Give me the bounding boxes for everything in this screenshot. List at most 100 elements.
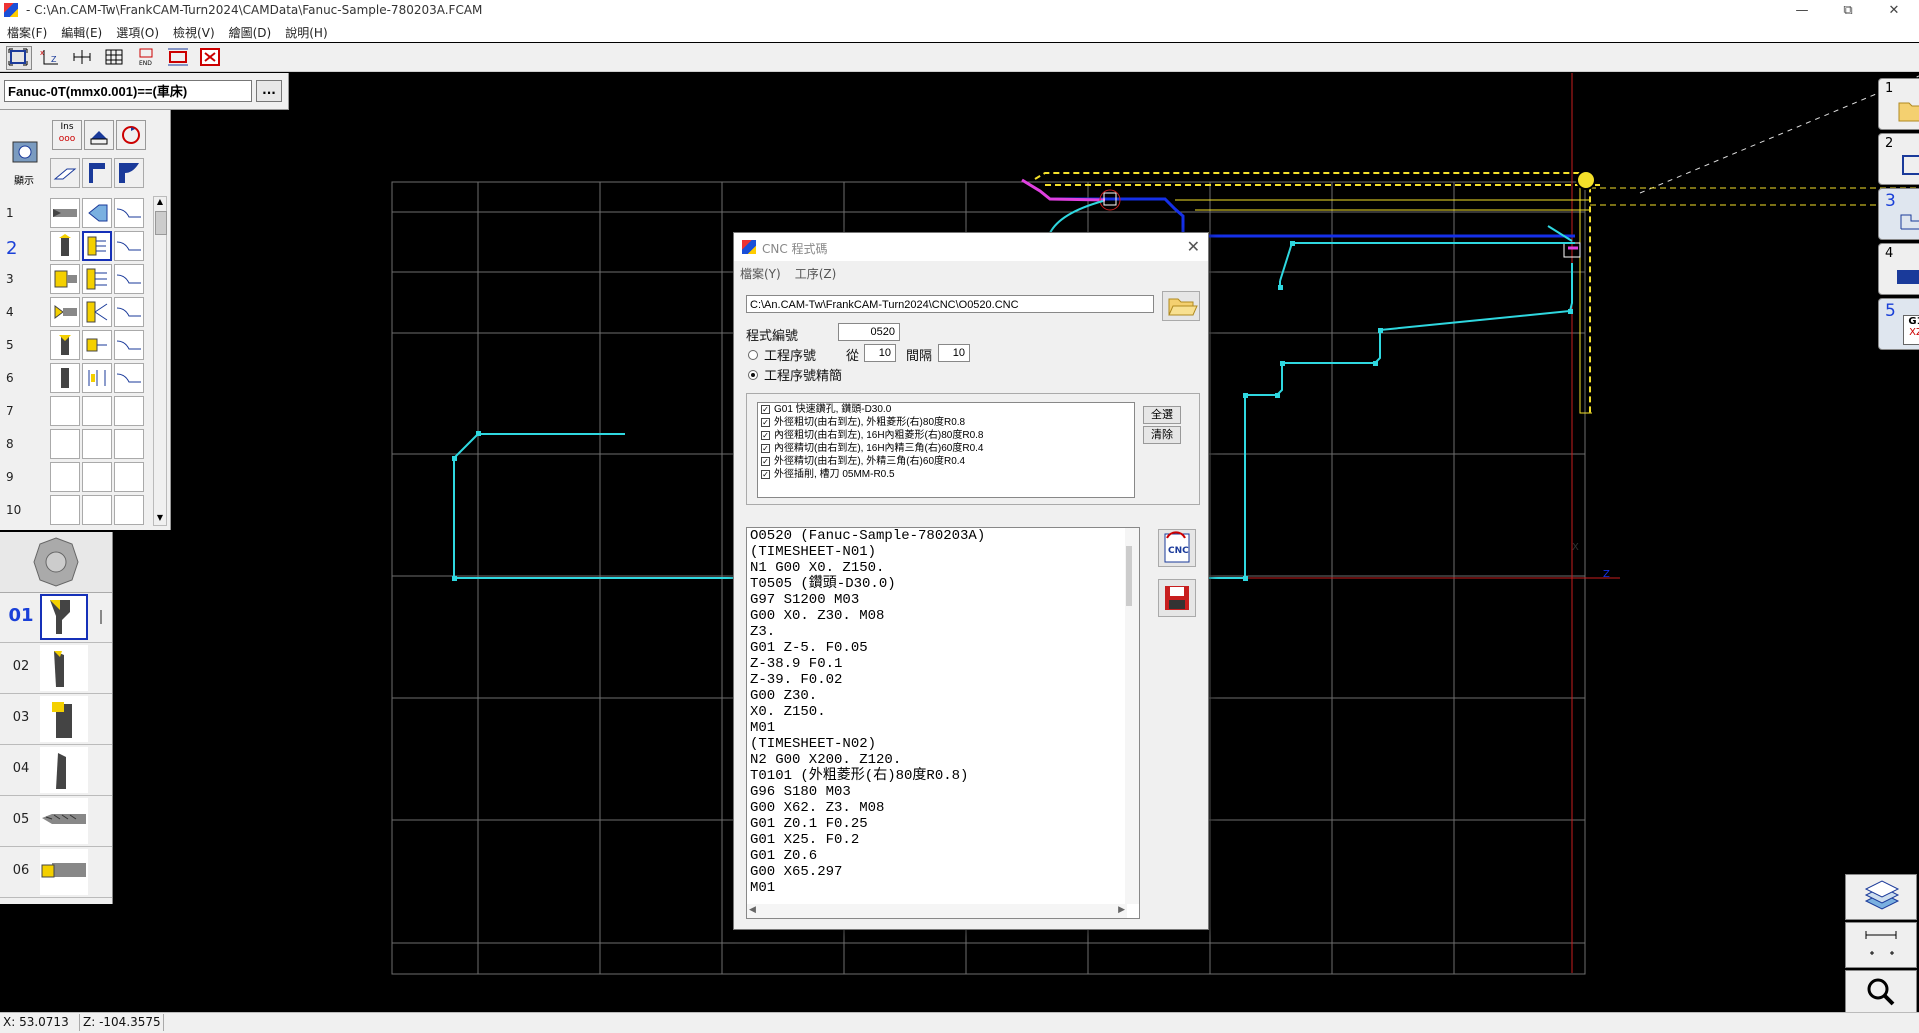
profile-button[interactable]: 3 bbox=[1878, 188, 1919, 240]
dialog-menu-file[interactable]: 檔案(Y) bbox=[740, 267, 781, 281]
end-icon[interactable]: END bbox=[134, 46, 160, 70]
interval-field[interactable]: 10 bbox=[938, 344, 970, 362]
operation-item[interactable]: ✓ G01 快速鑽孔, 鑽頭-D30.0 bbox=[758, 403, 1134, 416]
scroll-thumb[interactable] bbox=[155, 211, 167, 235]
op-cell-9-3[interactable] bbox=[114, 462, 144, 492]
op-cell-3-2[interactable] bbox=[82, 264, 112, 294]
operation-item[interactable]: ✓ 內徑精切(由右到左), 16H內精三角(右)60度R0.4 bbox=[758, 442, 1134, 455]
op-cell-3-3[interactable] bbox=[114, 264, 144, 294]
op-cell-6-1[interactable] bbox=[50, 363, 80, 393]
op-cell-4-1[interactable] bbox=[50, 297, 80, 327]
op-cell-5-3[interactable] bbox=[114, 330, 144, 360]
zoom-icon[interactable] bbox=[1845, 970, 1917, 1016]
maximize-button[interactable]: ⧉ bbox=[1825, 0, 1871, 22]
axis-icon[interactable]: Zx bbox=[38, 46, 64, 70]
cnc-code-editor[interactable]: O0520 (Fanuc-Sample-780203A) (TIMESHEET-N… bbox=[746, 527, 1140, 919]
tool-item-03[interactable]: 03 bbox=[0, 694, 112, 745]
op-cell-9-1[interactable] bbox=[50, 462, 80, 492]
scroll-right-icon[interactable]: ▶ bbox=[1118, 905, 1125, 915]
dialog-close-button[interactable]: ✕ bbox=[1187, 237, 1200, 256]
checkbox-checked-icon[interactable]: ✓ bbox=[761, 457, 770, 466]
insert-button[interactable]: Ins ooo bbox=[52, 120, 82, 150]
operation-item[interactable]: ✓ 外徑插削, 槽刀 05MM-R0.5 bbox=[758, 468, 1134, 481]
op-cell-6-2[interactable] bbox=[82, 363, 112, 393]
tool-item-02[interactable]: 02 bbox=[0, 643, 112, 694]
op-cell-7-3[interactable] bbox=[114, 396, 144, 426]
select-icon[interactable] bbox=[6, 46, 32, 70]
close-button[interactable]: ✕ bbox=[1871, 0, 1917, 22]
save-icon[interactable] bbox=[1158, 579, 1196, 617]
grid-icon[interactable] bbox=[102, 46, 128, 70]
gcode-button[interactable]: 5 G1XZ bbox=[1878, 298, 1919, 350]
menu-file[interactable]: 檔案(F) bbox=[0, 22, 54, 41]
op-cell-2-3[interactable] bbox=[114, 231, 144, 261]
profile-mode-icon[interactable] bbox=[114, 158, 144, 188]
facing-mode-icon[interactable] bbox=[50, 158, 80, 188]
code-vscrollbar[interactable] bbox=[1125, 528, 1139, 904]
stock-button[interactable]: 2 bbox=[1878, 133, 1919, 185]
cnc-path-field[interactable]: C:\An.CAM-Tw\FrankCAM-Turn2024\CNC\O0520… bbox=[746, 295, 1154, 313]
display-icon[interactable] bbox=[10, 138, 40, 168]
turning-mode-icon[interactable] bbox=[82, 158, 112, 188]
code-scroll-thumb[interactable] bbox=[1126, 546, 1132, 606]
tool-item-06[interactable]: 06 bbox=[0, 847, 112, 898]
turret-icon[interactable] bbox=[0, 532, 112, 593]
op-cell-6-3[interactable] bbox=[114, 363, 144, 393]
op-cell-5-1[interactable] bbox=[50, 330, 80, 360]
zoom-all-icon[interactable] bbox=[198, 46, 224, 70]
open-file-button[interactable]: 1 bbox=[1878, 78, 1919, 130]
menu-view[interactable]: 檢視(V) bbox=[166, 22, 222, 41]
op-cell-5-2[interactable] bbox=[82, 330, 112, 360]
tool-item-05[interactable]: 05 bbox=[0, 796, 112, 847]
op-cell-8-3[interactable] bbox=[114, 429, 144, 459]
menu-help[interactable]: 說明(H) bbox=[278, 22, 334, 41]
operation-scrollbar[interactable]: ▲ ▼ bbox=[153, 196, 167, 526]
fit-icon[interactable] bbox=[166, 46, 192, 70]
operation-item[interactable]: ✓ 內徑粗切(由右到左), 16H內粗菱形(右)80度R0.8 bbox=[758, 429, 1134, 442]
op-cell-10-1[interactable] bbox=[50, 495, 80, 525]
op-cell-2-1[interactable] bbox=[50, 231, 80, 261]
code-hscrollbar[interactable]: ◀ ▶ bbox=[747, 904, 1127, 918]
operation-item[interactable]: ✓ 外徑精切(由右到左), 外精三角(右)60度R0.4 bbox=[758, 455, 1134, 468]
op-cell-7-2[interactable] bbox=[82, 396, 112, 426]
checkbox-checked-icon[interactable]: ✓ bbox=[761, 470, 770, 479]
select-all-button[interactable]: 全選 bbox=[1143, 406, 1181, 424]
tool-item-01[interactable]: 01 bbox=[0, 592, 112, 643]
menu-edit[interactable]: 編輯(E) bbox=[54, 22, 109, 41]
checkbox-checked-icon[interactable]: ✓ bbox=[761, 431, 770, 440]
op-cell-3-1[interactable] bbox=[50, 264, 80, 294]
program-no-field[interactable]: 0520 bbox=[838, 323, 900, 341]
op-cell-4-2[interactable] bbox=[82, 297, 112, 327]
copy-operation-icon[interactable] bbox=[84, 120, 114, 150]
regenerate-cnc-icon[interactable]: CNC bbox=[1158, 529, 1196, 567]
op-cell-2-2[interactable] bbox=[82, 231, 112, 261]
op-cell-1-1[interactable] bbox=[50, 198, 80, 228]
scroll-left-icon[interactable]: ◀ bbox=[749, 905, 756, 915]
checkbox-checked-icon[interactable]: ✓ bbox=[761, 405, 770, 414]
tool-item-04[interactable]: 04 bbox=[0, 745, 112, 796]
menu-draw[interactable]: 繪圖(D) bbox=[222, 22, 279, 41]
seq-simplified-radio[interactable] bbox=[748, 370, 758, 380]
clear-button[interactable]: 清除 bbox=[1143, 426, 1181, 444]
seq-radio[interactable] bbox=[748, 350, 758, 360]
menu-options[interactable]: 選項(O) bbox=[109, 22, 166, 41]
from-field[interactable]: 10 bbox=[864, 344, 896, 362]
checkbox-checked-icon[interactable]: ✓ bbox=[761, 418, 770, 427]
op-cell-10-3[interactable] bbox=[114, 495, 144, 525]
dialog-menu-operation[interactable]: 工序(Z) bbox=[795, 267, 837, 281]
op-cell-8-2[interactable] bbox=[82, 429, 112, 459]
scroll-down-icon[interactable]: ▼ bbox=[154, 513, 166, 525]
op-cell-1-2[interactable] bbox=[82, 198, 112, 228]
op-cell-9-2[interactable] bbox=[82, 462, 112, 492]
op-cell-1-3[interactable] bbox=[114, 198, 144, 228]
op-cell-10-2[interactable] bbox=[82, 495, 112, 525]
toolpath-button[interactable]: 4 bbox=[1878, 243, 1919, 295]
op-cell-4-3[interactable] bbox=[114, 297, 144, 327]
folder-open-icon[interactable] bbox=[1162, 291, 1200, 321]
layers-icon[interactable] bbox=[1845, 874, 1917, 920]
operation-item[interactable]: ✓ 外徑粗切(由右到左), 外粗菱形(右)80度R0.8 bbox=[758, 416, 1134, 429]
refresh-operation-icon[interactable] bbox=[116, 120, 146, 150]
measure-icon[interactable] bbox=[1845, 922, 1917, 968]
minimize-button[interactable]: — bbox=[1779, 0, 1825, 22]
op-cell-8-1[interactable] bbox=[50, 429, 80, 459]
